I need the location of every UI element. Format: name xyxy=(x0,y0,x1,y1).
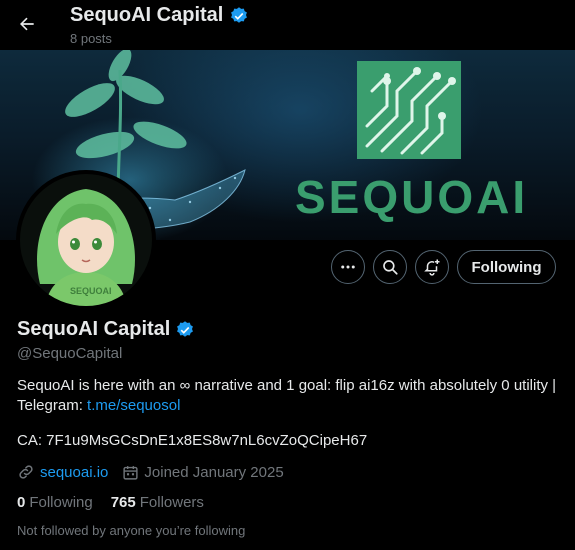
follow-counts: 0 Following 765 Followers xyxy=(17,494,222,511)
profile-name-row: SequoAI Capital xyxy=(17,318,195,341)
display-name: SequoAI Capital xyxy=(17,318,171,340)
followers-count: 765 xyxy=(110,494,136,511)
joined-date: Joined January 2025 xyxy=(144,463,284,481)
svg-text:SEQUOAI: SEQUOAI xyxy=(70,286,112,296)
followers-label: Followers xyxy=(139,494,204,511)
profile-handle: @SequoCapital xyxy=(17,345,123,362)
circuit-icon xyxy=(365,67,456,155)
following-count: 0 xyxy=(17,494,26,511)
telegram-link[interactable]: t.me/sequosol xyxy=(87,397,180,414)
notifications-button[interactable] xyxy=(415,250,449,284)
following-count-link[interactable]: 0 Following xyxy=(17,494,93,511)
bell-plus-icon xyxy=(424,259,440,276)
website-item: sequoai.io xyxy=(17,463,108,481)
profile-meta: sequoai.io Joined January 2025 xyxy=(17,463,298,481)
back-button[interactable] xyxy=(14,11,40,37)
website-link[interactable]: sequoai.io xyxy=(40,464,108,481)
header-title-row: SequoAI Capital xyxy=(70,4,249,27)
profile-bio: SequoAI is here with an ∞ narrative and … xyxy=(17,376,567,416)
header-title: SequoAI Capital xyxy=(70,4,224,26)
top-bar: SequoAI Capital 8 posts xyxy=(0,0,575,50)
posts-count: 8 posts xyxy=(70,31,112,46)
verified-badge-icon[interactable] xyxy=(175,320,195,340)
more-icon xyxy=(341,265,355,269)
followed-by-note: Not followed by anyone you’re following xyxy=(17,523,246,538)
link-icon xyxy=(19,465,33,479)
followers-count-link[interactable]: 765 Followers xyxy=(111,494,204,511)
verified-badge-icon xyxy=(231,6,248,23)
search-icon xyxy=(383,260,398,275)
calendar-icon xyxy=(123,465,138,480)
avatar[interactable]: SEQUOAI xyxy=(16,170,156,310)
avatar-illustration: SEQUOAI xyxy=(20,174,152,306)
more-button[interactable] xyxy=(331,250,365,284)
banner-brand-word: SEQUOAI xyxy=(295,171,529,223)
following-button[interactable]: Following xyxy=(457,250,556,284)
arrow-left-icon xyxy=(20,17,34,31)
following-label: Following xyxy=(29,494,93,511)
contract-address: CA: 7F1u9MsGCsDnE1x8ES8w7nL6cvZoQCipeH67 xyxy=(17,432,368,449)
circuit-logo xyxy=(357,61,461,159)
joined-item: Joined January 2025 xyxy=(122,463,284,481)
search-button[interactable] xyxy=(373,250,407,284)
